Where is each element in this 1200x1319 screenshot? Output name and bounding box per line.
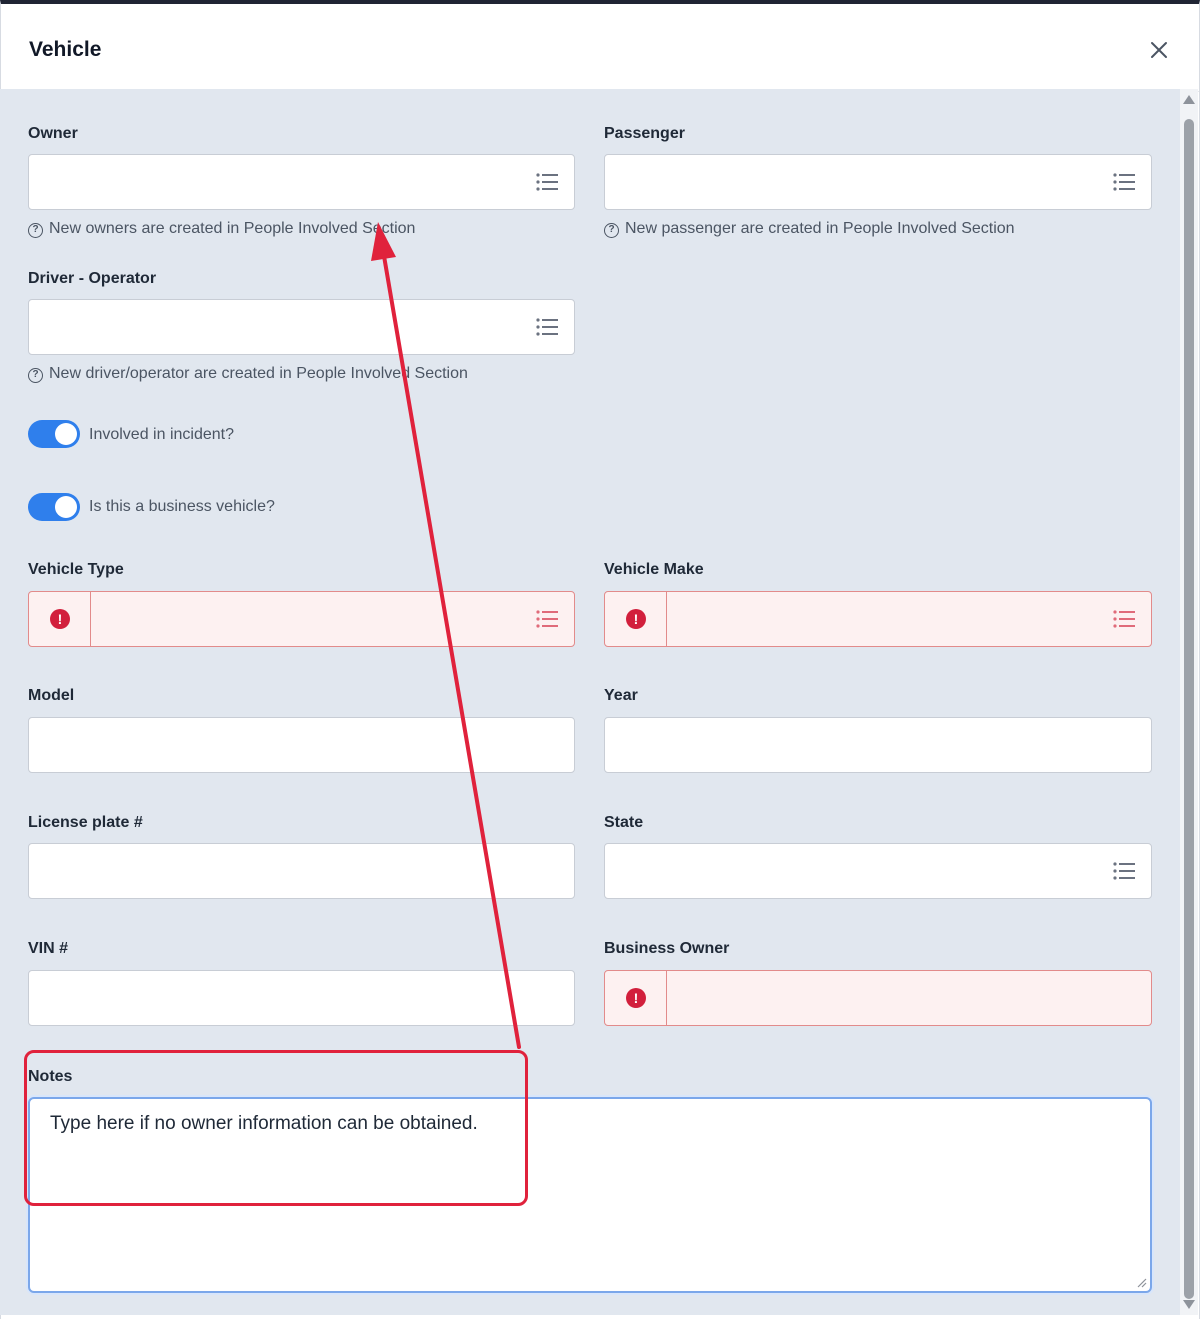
license-plate-label: License plate # bbox=[28, 814, 143, 831]
help-circle-icon: ? bbox=[604, 223, 619, 238]
annotation-highlight-box bbox=[24, 1050, 528, 1206]
business-toggle-label: Is this a business vehicle? bbox=[89, 498, 275, 515]
list-icon[interactable] bbox=[1112, 171, 1136, 193]
list-icon[interactable] bbox=[535, 316, 559, 338]
list-icon[interactable] bbox=[535, 171, 559, 193]
driver-label: Driver - Operator bbox=[28, 270, 157, 287]
scrollbar[interactable] bbox=[1180, 89, 1198, 1315]
error-indicator: ! bbox=[29, 592, 91, 646]
involved-toggle-label: Involved in incident? bbox=[89, 426, 234, 443]
modal-header: Vehicle bbox=[1, 4, 1199, 92]
year-input[interactable] bbox=[604, 717, 1152, 773]
driver-select[interactable] bbox=[28, 299, 575, 355]
vehicle-type-label: Vehicle Type bbox=[28, 561, 124, 578]
involved-toggle[interactable] bbox=[28, 420, 80, 448]
passenger-hint: ? New passenger are created in People Inv… bbox=[604, 220, 1015, 238]
passenger-label: Passenger bbox=[604, 125, 685, 142]
list-icon[interactable] bbox=[535, 608, 559, 630]
model-label: Model bbox=[28, 687, 75, 704]
list-icon[interactable] bbox=[1112, 608, 1136, 630]
owner-label: Owner bbox=[28, 125, 78, 142]
scroll-thumb[interactable] bbox=[1184, 119, 1194, 1299]
modal-title: Vehicle bbox=[29, 38, 102, 61]
vehicle-make-select[interactable]: ! bbox=[604, 591, 1152, 647]
business-toggle[interactable] bbox=[28, 493, 80, 521]
passenger-select[interactable] bbox=[604, 154, 1152, 210]
driver-hint: ? New driver/operator are created in Peop… bbox=[28, 365, 468, 383]
license-plate-input[interactable] bbox=[28, 843, 575, 899]
help-circle-icon: ? bbox=[28, 223, 43, 238]
vehicle-type-select[interactable]: ! bbox=[28, 591, 575, 647]
scroll-down-arrow-icon[interactable] bbox=[1183, 1300, 1195, 1309]
error-indicator: ! bbox=[605, 592, 667, 646]
vin-label: VIN # bbox=[28, 940, 69, 957]
owner-hint: ? New owners are created in People Involv… bbox=[28, 220, 415, 238]
passenger-hint-text: New passenger are created in People Invo… bbox=[625, 220, 1015, 237]
error-circle-icon: ! bbox=[626, 988, 646, 1008]
driver-hint-text: New driver/operator are created in Peopl… bbox=[49, 365, 468, 382]
model-input[interactable] bbox=[28, 717, 575, 773]
resize-handle-icon[interactable] bbox=[1135, 1276, 1147, 1288]
vehicle-make-label: Vehicle Make bbox=[604, 561, 704, 578]
scroll-up-arrow-icon[interactable] bbox=[1183, 95, 1195, 104]
year-label: Year bbox=[604, 687, 638, 704]
owner-hint-text: New owners are created in People Involve… bbox=[49, 220, 416, 237]
list-icon[interactable] bbox=[1112, 860, 1136, 882]
business-owner-label: Business Owner bbox=[604, 940, 730, 957]
business-owner-input[interactable]: ! bbox=[604, 970, 1152, 1026]
state-select[interactable] bbox=[604, 843, 1152, 899]
error-circle-icon: ! bbox=[626, 609, 646, 629]
error-indicator: ! bbox=[605, 971, 667, 1025]
help-circle-icon: ? bbox=[28, 368, 43, 383]
toggle-knob bbox=[55, 423, 77, 445]
vin-input[interactable] bbox=[28, 970, 575, 1026]
state-label: State bbox=[604, 814, 644, 831]
owner-select[interactable] bbox=[28, 154, 575, 210]
toggle-knob bbox=[55, 496, 77, 518]
close-icon[interactable] bbox=[1147, 38, 1171, 62]
error-circle-icon: ! bbox=[50, 609, 70, 629]
